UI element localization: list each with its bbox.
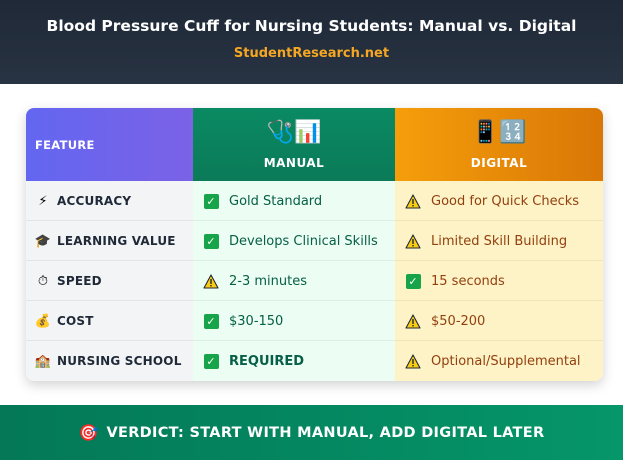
- verdict-banner: 🎯 VERDICT: START WITH MANUAL, ADD DIGITA…: [0, 405, 623, 460]
- table-row: ⚡ ACCURACY ✓ Gold Standard Good for Quick Ch…: [26, 181, 603, 221]
- warning-icon: [405, 313, 421, 329]
- manual-cell: 2-3 minutes: [193, 261, 395, 301]
- digital-cell: ✓ 15 seconds: [395, 261, 603, 301]
- feature-column-header: FEATURE: [26, 108, 193, 181]
- table-row: ⏱ SPEED 2-3 minutes ✓ 15 seconds: [26, 261, 603, 301]
- digital-value: Good for Quick Checks: [431, 193, 580, 209]
- lightning-icon: ⚡: [38, 193, 48, 209]
- feature-label: ACCURACY: [57, 194, 132, 208]
- digital-column-header: 📱🔢 DIGITAL: [395, 108, 603, 181]
- warning-icon: [405, 353, 421, 369]
- feature-cell: 🎓 LEARNING VALUE: [26, 221, 193, 261]
- digital-value: $50-200: [431, 313, 486, 329]
- manual-value: REQUIRED: [229, 353, 305, 369]
- money-bag-icon: 💰: [34, 313, 52, 329]
- digital-cell: Limited Skill Building: [395, 221, 603, 261]
- manual-value: $30-150: [229, 313, 284, 329]
- verdict-text: VERDICT: START WITH MANUAL, ADD DIGITAL …: [106, 424, 545, 441]
- manual-cell: ✓ Gold Standard: [193, 181, 395, 221]
- manual-cell: ✓ $30-150: [193, 301, 395, 341]
- feature-header-label: FEATURE: [35, 138, 95, 152]
- comparison-table: FEATURE 🩺📊 MANUAL 📱🔢 DIGITAL ⚡ ACCURACY ✓ G…: [26, 108, 603, 381]
- feature-cell: 🏫 NURSING SCHOOL: [26, 341, 193, 381]
- warning-icon: [405, 233, 421, 249]
- school-icon: 🏫: [34, 353, 52, 369]
- digital-header-label: DIGITAL: [470, 156, 528, 170]
- check-icon: ✓: [203, 193, 219, 209]
- feature-cell: ⚡ ACCURACY: [26, 181, 193, 221]
- manual-cell: ✓ REQUIRED: [193, 341, 395, 381]
- stethoscope-chart-icon: 🩺📊: [266, 120, 322, 145]
- check-icon: ✓: [405, 273, 421, 289]
- feature-cell: 💰 COST: [26, 301, 193, 341]
- table-row: 🎓 LEARNING VALUE ✓ Develops Clinical Skills…: [26, 221, 603, 261]
- graduation-cap-icon: 🎓: [34, 233, 52, 249]
- digital-cell: Optional/Supplemental: [395, 341, 603, 381]
- feature-label: LEARNING VALUE: [57, 234, 176, 248]
- digital-value: Limited Skill Building: [431, 233, 568, 249]
- digital-cell: $50-200: [395, 301, 603, 341]
- page-title: Blood Pressure Cuff for Nursing Students…: [46, 17, 577, 35]
- manual-value: Develops Clinical Skills: [229, 233, 378, 249]
- manual-value: 2-3 minutes: [229, 273, 307, 289]
- table-row: 🏫 NURSING SCHOOL ✓ REQUIRED Optional/Supplem…: [26, 341, 603, 381]
- check-icon: ✓: [203, 313, 219, 329]
- feature-label: SPEED: [57, 274, 102, 288]
- table-header-row: FEATURE 🩺📊 MANUAL 📱🔢 DIGITAL: [26, 108, 603, 181]
- feature-cell: ⏱ SPEED: [26, 261, 193, 301]
- table-row: 💰 COST ✓ $30-150 $50-200: [26, 301, 603, 341]
- site-name: StudentResearch.net: [233, 46, 390, 61]
- digital-cell: Good for Quick Checks: [395, 181, 603, 221]
- phone-numbers-icon: 📱🔢: [471, 120, 527, 145]
- warning-icon: [203, 273, 219, 289]
- digital-value: Optional/Supplemental: [431, 353, 581, 369]
- check-icon: ✓: [203, 353, 219, 369]
- stopwatch-icon: ⏱: [37, 273, 49, 289]
- target-icon: 🎯: [78, 423, 99, 442]
- manual-value: Gold Standard: [229, 193, 323, 209]
- warning-icon: [405, 193, 421, 209]
- page-header: Blood Pressure Cuff for Nursing Students…: [0, 0, 623, 84]
- manual-column-header: 🩺📊 MANUAL: [193, 108, 395, 181]
- manual-header-label: MANUAL: [263, 156, 325, 170]
- check-icon: ✓: [203, 233, 219, 249]
- feature-label: COST: [57, 314, 94, 328]
- feature-label: NURSING SCHOOL: [57, 354, 182, 368]
- digital-value: 15 seconds: [431, 273, 505, 289]
- manual-cell: ✓ Develops Clinical Skills: [193, 221, 395, 261]
